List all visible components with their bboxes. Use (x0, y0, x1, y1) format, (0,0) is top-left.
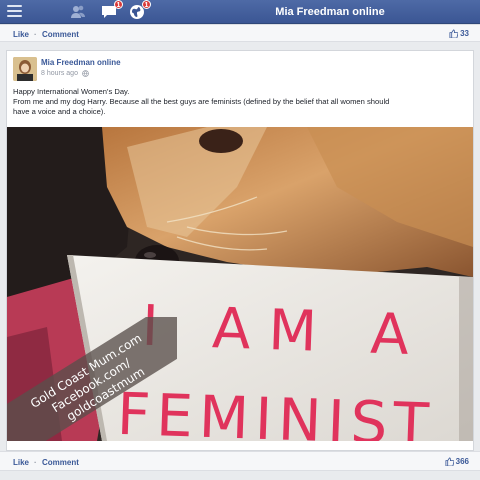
thumbs-up-icon (449, 29, 459, 38)
sign-text-line1: I AM A (141, 294, 428, 369)
post-card: Mia Freedman online 8 hours ago Happy In… (6, 50, 474, 451)
messages-icon[interactable]: 1 (101, 0, 123, 20)
comment-link[interactable]: Comment (42, 30, 79, 39)
author-avatar[interactable] (13, 57, 37, 81)
post-text: Happy International Women's Day. From me… (13, 87, 468, 117)
like-link[interactable]: Like (13, 458, 29, 467)
post-photo[interactable]: I AM A FEMINIST Gold Coast Mum.com Faceb… (7, 127, 473, 441)
separator-dot: · (34, 458, 37, 467)
likes-count: 366 (455, 457, 469, 466)
post-text-line: Happy International Women's Day. (13, 87, 130, 96)
top-navigation-bar: 1 1 Mia Freedman online (0, 0, 480, 24)
post-actions: Like · Comment 366 (0, 451, 480, 471)
previous-post-actions: Like · Comment 33 (0, 24, 480, 42)
post-time: 8 hours ago (41, 70, 78, 77)
globe-icon (82, 70, 89, 77)
likes-count-button[interactable]: 33 (449, 29, 469, 38)
post-author[interactable]: Mia Freedman online (41, 58, 121, 67)
comment-link[interactable]: Comment (42, 458, 79, 467)
separator-dot: · (34, 30, 37, 39)
watermark: Gold Coast Mum.com Facebook.com/ goldcoa… (7, 317, 177, 441)
thumbs-up-icon (445, 457, 454, 466)
post-text-line: have a voice and a choice). (13, 107, 106, 116)
like-link[interactable]: Like (13, 30, 29, 39)
likes-count: 33 (460, 29, 469, 38)
post-timestamp[interactable]: 8 hours ago (41, 70, 89, 77)
notifications-badge: 1 (142, 0, 151, 9)
likes-count-button[interactable]: 366 (445, 457, 469, 466)
page-title: Mia Freedman online (275, 6, 385, 18)
menu-icon[interactable] (7, 5, 22, 18)
notifications-icon[interactable]: 1 (129, 0, 151, 20)
messages-badge: 1 (114, 0, 123, 9)
friends-icon[interactable] (70, 4, 86, 20)
post-text-line: From me and my dog Harry. Because all th… (13, 97, 390, 106)
